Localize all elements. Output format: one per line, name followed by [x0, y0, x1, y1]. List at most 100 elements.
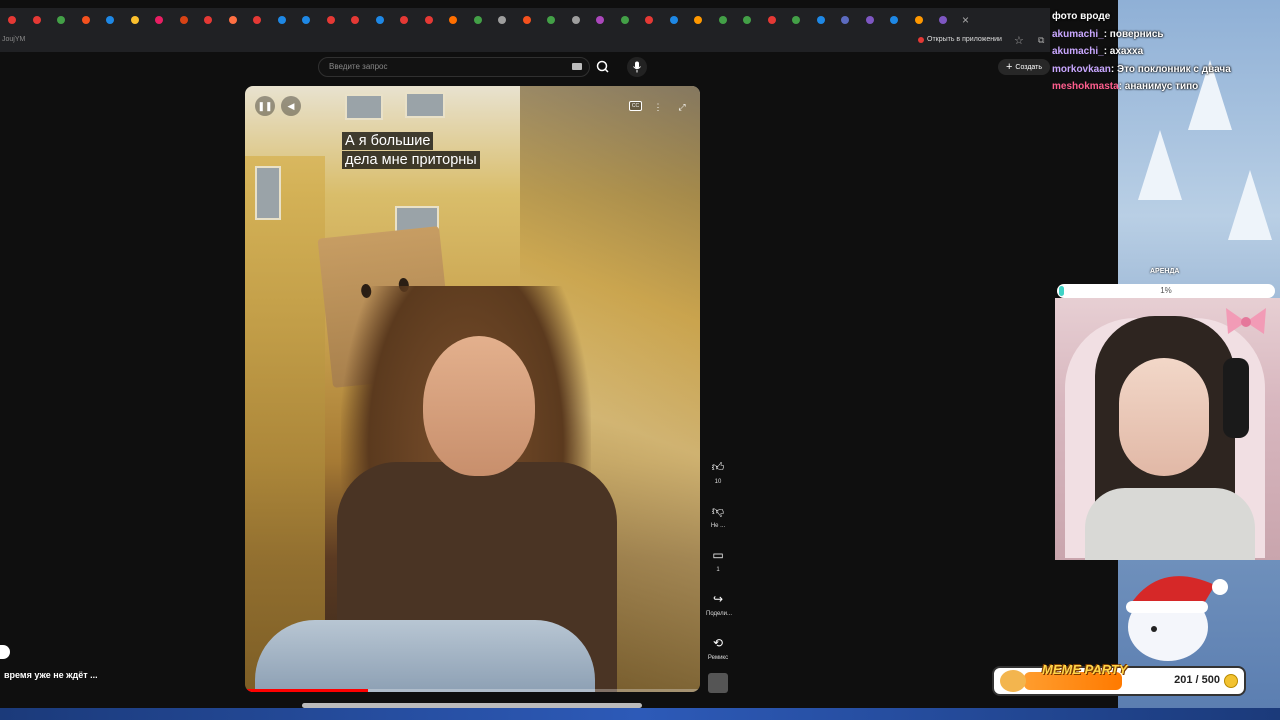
tab-favicon-icon [498, 16, 507, 24]
tab-favicon-icon [767, 16, 776, 24]
tab-favicon-icon [302, 16, 311, 24]
browser-tab[interactable] [196, 8, 221, 32]
tab-favicon-icon [400, 16, 409, 24]
chat-message: akumachi_: ахахха [1052, 43, 1280, 61]
browser-tab[interactable] [74, 8, 99, 32]
browser-tab[interactable] [343, 8, 368, 32]
stream-chat: фото вроде akumachi_: повернись akumachi_:… [1052, 8, 1280, 96]
volume-icon[interactable]: ◀ [281, 96, 301, 116]
share-label: Подели... [706, 611, 733, 617]
open-in-app-button[interactable]: Открыть в приложении [918, 36, 1002, 43]
browser-tab[interactable] [0, 8, 25, 32]
browser-tab[interactable] [637, 8, 662, 32]
browser-tab[interactable] [25, 8, 50, 32]
share-button[interactable]: ↪ Подели... [706, 589, 733, 617]
horizontal-scrollbar[interactable] [302, 703, 642, 708]
more-vert-icon[interactable]: ⋮ [651, 100, 665, 114]
video-progress-bar[interactable] [245, 689, 700, 692]
browser-tab[interactable] [931, 8, 956, 32]
browser-tab[interactable] [735, 8, 760, 32]
browser-tab[interactable] [907, 8, 932, 32]
chat-message: фото вроде [1052, 8, 1280, 26]
browser-tab[interactable] [588, 8, 613, 32]
browser-tab[interactable] [809, 8, 834, 32]
tab-favicon-icon [8, 16, 17, 24]
tab-favicon-icon [253, 16, 262, 24]
browser-tab[interactable] [686, 8, 711, 32]
dislike-button[interactable]: 👎︎ Не ... [706, 501, 730, 529]
coin-icon [1224, 674, 1238, 688]
fullscreen-icon[interactable]: ⤢ [675, 100, 689, 114]
streamer-shirt [1085, 488, 1255, 560]
plus-icon: + [1005, 61, 1013, 73]
browser-tab[interactable] [858, 8, 883, 32]
browser-tab[interactable] [466, 8, 491, 32]
captions-icon[interactable]: CC [629, 101, 642, 111]
browser-tab[interactable] [245, 8, 270, 32]
tab-favicon-icon [865, 16, 874, 24]
browser-tab[interactable] [417, 8, 442, 32]
chat-username: morkovkaan [1052, 63, 1111, 75]
browser-tab[interactable] [833, 8, 858, 32]
extensions-icon[interactable]: ⧉ [1038, 35, 1044, 46]
comments-button[interactable]: ▭ 1 [706, 545, 730, 573]
browser-tab[interactable] [515, 8, 540, 32]
like-button[interactable]: 👍︎ 10 [706, 457, 730, 485]
browser-tab[interactable] [172, 8, 197, 32]
browser-tab[interactable] [147, 8, 172, 32]
channel-avatar[interactable] [708, 673, 728, 693]
tab-favicon-icon [914, 16, 923, 24]
tab-close-icon[interactable]: × [956, 10, 976, 30]
search-input[interactable]: Введите запрос [318, 57, 590, 77]
browser-tab[interactable] [711, 8, 736, 32]
overlay-bottom-strip [0, 708, 1280, 720]
browser-tab[interactable] [294, 8, 319, 32]
chat-text: : ананимус типо [1118, 81, 1199, 92]
browser-tab[interactable] [368, 8, 393, 32]
url-text[interactable]: JoujYM [2, 36, 25, 43]
next-short-title[interactable]: время уже не ждёт ... [4, 670, 98, 680]
browser-tab[interactable] [221, 8, 246, 32]
browser-tab[interactable] [784, 8, 809, 32]
browser-tab[interactable] [490, 8, 515, 32]
browser-tab[interactable] [539, 8, 564, 32]
browser-tab[interactable] [392, 8, 417, 32]
remix-label: Ремикс [707, 655, 729, 661]
doge-icon [1000, 670, 1026, 692]
browser-tab[interactable] [564, 8, 589, 32]
tab-favicon-icon [130, 16, 139, 24]
browser-tab[interactable] [882, 8, 907, 32]
address-bar[interactable]: JoujYM Открыть в приложении ☆ ⧉ [0, 32, 1050, 52]
browser-tab[interactable] [441, 8, 466, 32]
browser-tab[interactable] [760, 8, 785, 32]
shorts-video-player[interactable]: ❚❚ ◀ CC ⋮ ⤢ А я большие дела мне приторн… [245, 86, 700, 692]
bookmark-star-icon[interactable]: ☆ [1014, 34, 1024, 47]
create-button[interactable]: + Создать [998, 59, 1050, 75]
tab-favicon-icon [277, 16, 286, 24]
share-icon: ↪ [712, 592, 724, 606]
tab-favicon-icon [645, 16, 654, 24]
window [405, 92, 445, 118]
pause-icon[interactable]: ❚❚ [255, 96, 275, 116]
pink-bow-icon [1226, 308, 1266, 334]
thumbs-down-icon: 👎︎ [711, 504, 725, 518]
remix-button[interactable]: ⟲ Ремикс [706, 633, 730, 661]
browser-tab[interactable] [123, 8, 148, 32]
search-placeholder: Введите запрос [329, 62, 388, 71]
keyboard-icon[interactable] [572, 63, 582, 70]
comments-count: 1 [716, 567, 720, 573]
tab-favicon-icon [228, 16, 237, 24]
prev-arrow-icon[interactable] [0, 645, 10, 659]
microphone-icon[interactable] [627, 57, 647, 77]
browser-tab[interactable] [613, 8, 638, 32]
tab-favicon-icon [204, 16, 213, 24]
tab-favicon-icon [939, 16, 948, 24]
browser-tab[interactable] [319, 8, 344, 32]
search-icon[interactable] [592, 57, 614, 77]
comment-icon: ▭ [712, 548, 724, 562]
browser-tab[interactable] [98, 8, 123, 32]
browser-tab[interactable] [270, 8, 295, 32]
like-count: 10 [714, 479, 722, 485]
browser-tab[interactable] [662, 8, 687, 32]
browser-tab[interactable] [49, 8, 74, 32]
